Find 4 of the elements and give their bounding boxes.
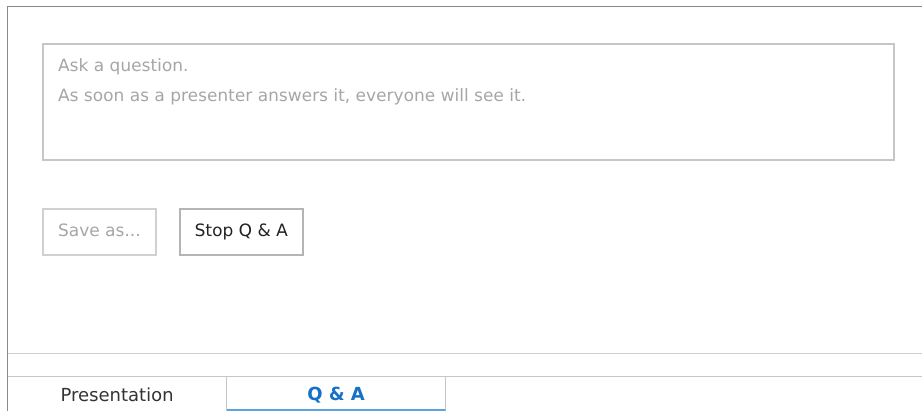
action-button[interactable]: Stop Q & A [178,208,304,256]
question-field[interactable]: Ask a question. As soon as a presenter answers it, everyone will see it. [42,43,895,161]
tab[interactable]: Presentation [8,376,227,411]
tab[interactable]: Q & A [227,376,446,411]
